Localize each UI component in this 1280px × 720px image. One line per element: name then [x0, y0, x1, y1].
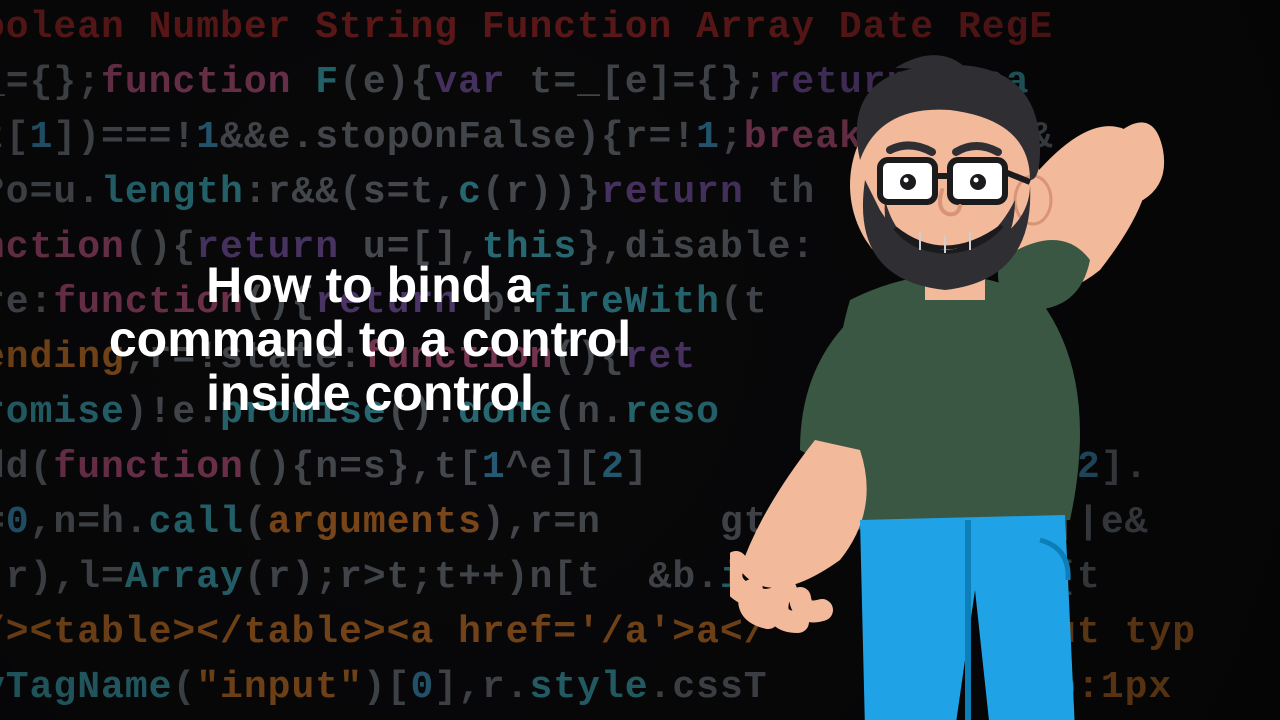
code-line: =0,n=h.call(arguments),r=n gth =r||e&: [0, 495, 1280, 550]
code-line: /><table></table><a href='/a'>a</ ut typ: [0, 605, 1280, 660]
code-line: t[1])===!1&&e.stopOnFalse){r=!1;break u&: [0, 110, 1280, 165]
code-line: dd(function(){n=s},t[1^e][2] 2][2].: [0, 440, 1280, 495]
code-line: oolean Number String Function Array Date…: [0, 0, 1280, 55]
code-line: yTagName("input")[0],r.style.cssT top:1p…: [0, 660, 1280, 715]
code-line: _={};function F(e){var t=_[e]={};return …: [0, 55, 1280, 110]
code-line: ?o=u.length:r&&(s=t,c(r))}return th: [0, 165, 1280, 220]
title-text: How to bind a command to a control insid…: [90, 258, 650, 420]
code-line: (r),l=Array(r);r>t;t++)n[t &b.is on(n[t: [0, 550, 1280, 605]
